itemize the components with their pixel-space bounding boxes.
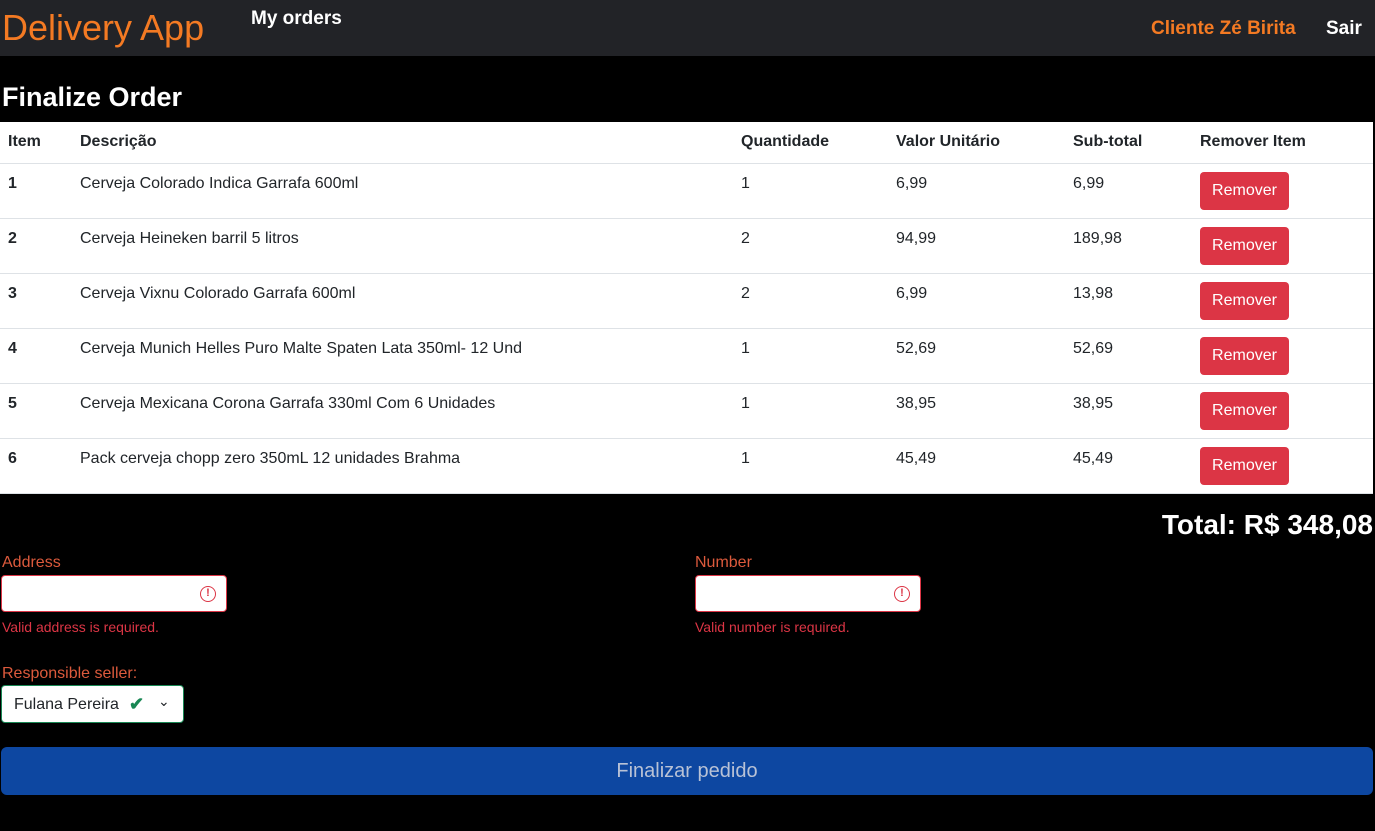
address-field[interactable]: ! bbox=[1, 575, 227, 612]
row-item-number: 4 bbox=[0, 328, 72, 384]
address-error: Valid address is required. bbox=[2, 619, 159, 635]
col-header-unit-price: Valor Unitário bbox=[888, 122, 1065, 164]
logout-link[interactable]: Sair bbox=[1326, 18, 1362, 40]
row-quantity: 1 bbox=[733, 328, 888, 384]
address-input[interactable] bbox=[2, 576, 192, 611]
row-remove-cell: Remover bbox=[1192, 328, 1373, 384]
order-table: Item Descrição Quantidade Valor Unitário… bbox=[0, 122, 1373, 494]
client-name: Cliente Zé Birita bbox=[1151, 18, 1296, 39]
row-item-number: 1 bbox=[0, 163, 72, 219]
number-field[interactable]: ! bbox=[695, 575, 921, 612]
remove-button[interactable]: Remover bbox=[1200, 446, 1289, 485]
table-row: 2 Cerveja Heineken barril 5 litros 2 94,… bbox=[0, 218, 1373, 274]
row-description: Pack cerveja chopp zero 350mL 12 unidade… bbox=[72, 438, 733, 494]
my-orders-link[interactable]: My orders bbox=[251, 8, 342, 30]
number-error: Valid number is required. bbox=[695, 619, 850, 635]
row-item-number: 3 bbox=[0, 273, 72, 329]
row-unit-price: 45,49 bbox=[888, 438, 1065, 494]
remove-button[interactable]: Remover bbox=[1200, 171, 1289, 210]
row-quantity: 2 bbox=[733, 218, 888, 274]
table-header-row: Item Descrição Quantidade Valor Unitário… bbox=[0, 122, 1373, 164]
row-quantity: 1 bbox=[733, 383, 888, 439]
row-quantity: 2 bbox=[733, 273, 888, 329]
row-unit-price: 6,99 bbox=[888, 163, 1065, 219]
col-header-subtotal: Sub-total bbox=[1065, 122, 1192, 164]
row-description: Cerveja Heineken barril 5 litros bbox=[72, 218, 733, 274]
row-description: Cerveja Munich Helles Puro Malte Spaten … bbox=[72, 328, 733, 384]
row-item-number: 5 bbox=[0, 383, 72, 439]
address-label: Address bbox=[2, 554, 61, 571]
seller-label: Responsible seller: bbox=[2, 665, 138, 682]
row-remove-cell: Remover bbox=[1192, 383, 1373, 439]
finalize-order-button[interactable]: Finalizar pedido bbox=[1, 747, 1373, 795]
table-row: 6 Pack cerveja chopp zero 350mL 12 unida… bbox=[0, 438, 1373, 494]
number-input[interactable] bbox=[696, 576, 886, 611]
navbar: Delivery App My orders Cliente Zé Birita… bbox=[0, 0, 1375, 56]
table-row: 3 Cerveja Vixnu Colorado Garrafa 600ml 2… bbox=[0, 273, 1373, 329]
remove-button[interactable]: Remover bbox=[1200, 391, 1289, 430]
row-remove-cell: Remover bbox=[1192, 438, 1373, 494]
check-icon: ✔ bbox=[129, 694, 145, 714]
row-quantity: 1 bbox=[733, 163, 888, 219]
row-subtotal: 6,99 bbox=[1065, 163, 1192, 219]
table-row: 4 Cerveja Munich Helles Puro Malte Spate… bbox=[0, 328, 1373, 384]
row-description: Cerveja Colorado Indica Garrafa 600ml bbox=[72, 163, 733, 219]
number-label: Number bbox=[695, 554, 752, 571]
row-remove-cell: Remover bbox=[1192, 273, 1373, 329]
table-row: 1 Cerveja Colorado Indica Garrafa 600ml … bbox=[0, 163, 1373, 219]
order-total: Total: R$ 348,08 bbox=[1161, 509, 1373, 540]
col-header-remove: Remover Item bbox=[1192, 122, 1373, 164]
page-title: Finalize Order bbox=[2, 82, 183, 112]
exclamation-circle-icon: ! bbox=[894, 586, 910, 602]
row-item-number: 6 bbox=[0, 438, 72, 494]
row-subtotal: 13,98 bbox=[1065, 273, 1192, 329]
row-subtotal: 38,95 bbox=[1065, 383, 1192, 439]
seller-selected-value: Fulana Pereira bbox=[14, 696, 119, 713]
row-description: Cerveja Mexicana Corona Garrafa 330ml Co… bbox=[72, 383, 733, 439]
row-unit-price: 94,99 bbox=[888, 218, 1065, 274]
brand-logo: Delivery App bbox=[2, 7, 205, 48]
remove-button[interactable]: Remover bbox=[1200, 336, 1289, 375]
row-subtotal: 45,49 bbox=[1065, 438, 1192, 494]
exclamation-circle-icon: ! bbox=[200, 586, 216, 602]
table-row: 5 Cerveja Mexicana Corona Garrafa 330ml … bbox=[0, 383, 1373, 439]
row-unit-price: 38,95 bbox=[888, 383, 1065, 439]
row-description: Cerveja Vixnu Colorado Garrafa 600ml bbox=[72, 273, 733, 329]
seller-select[interactable]: Fulana Pereira ✔ ⌄ bbox=[1, 685, 184, 723]
remove-button[interactable]: Remover bbox=[1200, 281, 1289, 320]
col-header-quantity: Quantidade bbox=[733, 122, 888, 164]
remove-button[interactable]: Remover bbox=[1200, 226, 1289, 265]
chevron-down-icon: ⌄ bbox=[158, 693, 170, 709]
row-unit-price: 52,69 bbox=[888, 328, 1065, 384]
row-item-number: 2 bbox=[0, 218, 72, 274]
row-quantity: 1 bbox=[733, 438, 888, 494]
col-header-description: Descrição bbox=[72, 122, 733, 164]
row-subtotal: 189,98 bbox=[1065, 218, 1192, 274]
row-remove-cell: Remover bbox=[1192, 163, 1373, 219]
row-remove-cell: Remover bbox=[1192, 218, 1373, 274]
row-unit-price: 6,99 bbox=[888, 273, 1065, 329]
col-header-item: Item bbox=[0, 122, 72, 164]
row-subtotal: 52,69 bbox=[1065, 328, 1192, 384]
